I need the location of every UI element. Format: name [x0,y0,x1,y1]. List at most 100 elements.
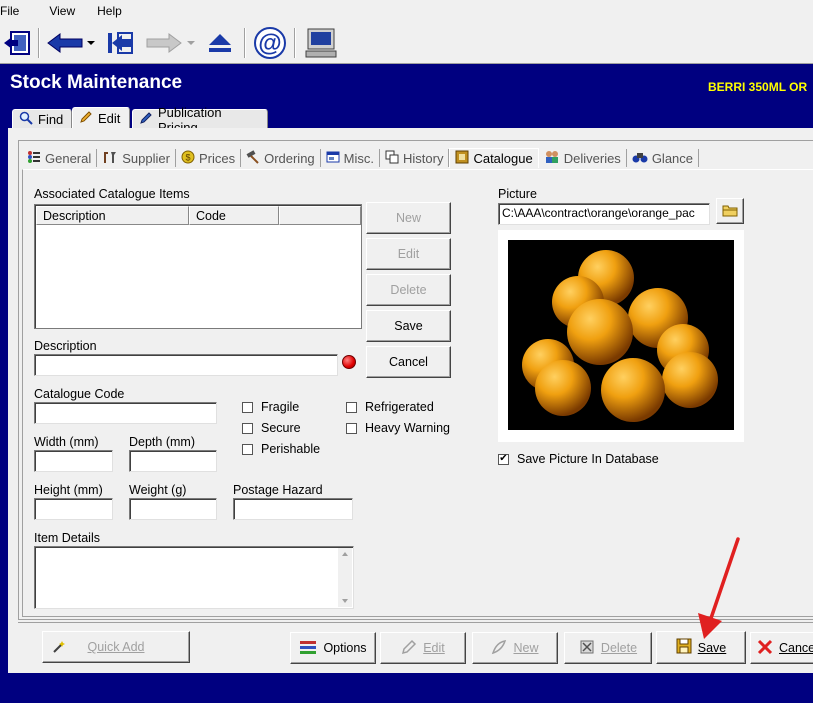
save-picture-checkbox[interactable]: ✔ Save Picture In Database [498,452,659,466]
subtab-history[interactable]: History [380,149,450,167]
tools-icon [102,150,118,167]
list-icon [27,150,41,167]
new-item-button[interactable]: New [366,202,451,234]
subtab-prices[interactable]: $ Prices [176,149,242,167]
postage-hazard-label: Postage Hazard [233,483,323,497]
height-label: Height (mm) [34,483,103,497]
column-code[interactable]: Code [189,206,279,225]
subtab-supplier[interactable]: Supplier [97,149,176,167]
new-button[interactable]: New [472,632,558,664]
subtab-misc-label: Misc. [343,150,374,166]
terminal-icon[interactable] [302,26,340,60]
description-label: Description [34,339,97,353]
secure-checkbox-box[interactable] [242,422,253,434]
picture-preview [498,230,744,442]
subtab-catalogue-label: Catalogue [473,151,533,166]
item-details-field[interactable] [34,546,354,609]
refrigerated-checkbox-box[interactable] [346,401,357,413]
height-field[interactable] [34,498,113,520]
menu-view[interactable]: View [27,4,83,18]
fragile-checkbox-box[interactable] [242,401,253,413]
subtab-misc[interactable]: Misc. [321,149,380,167]
wand-icon [51,639,67,658]
catalogue-code-field[interactable] [34,402,217,424]
column-extra[interactable] [279,206,361,225]
subtab-history-label: History [403,150,444,166]
magnifier-icon [19,111,33,128]
email-icon[interactable]: @ [252,26,288,60]
coin-icon: $ [181,150,195,167]
menu-file[interactable]: File [0,4,27,18]
new-label: New [513,641,539,655]
red-x-icon [757,639,773,658]
perishable-checkbox-box[interactable] [242,443,253,455]
annotation-arrow-icon [698,537,740,639]
scrollbar[interactable] [338,548,352,607]
width-field[interactable] [34,450,113,472]
delete-item-button[interactable]: Delete [366,274,451,306]
frame-icon [455,150,469,167]
options-button[interactable]: Options [290,632,376,664]
heavy-warning-checkbox-box[interactable] [346,422,357,434]
tab-find-label: Find [38,112,64,127]
first-icon[interactable] [102,26,136,60]
refrigerated-label: Refrigerated [365,400,434,414]
cancel-button[interactable]: Cance [750,632,813,664]
item-details-label: Item Details [34,531,100,545]
save-picture-label: Save Picture In Database [517,452,659,466]
tab-edit[interactable]: Edit [72,107,130,129]
dropdown-icon[interactable] [86,26,96,60]
eject-icon[interactable] [204,26,236,60]
perishable-checkbox[interactable]: Perishable [242,442,320,456]
picture-path-field[interactable]: C:\AAA\contract\orange\orange_pac [498,203,710,225]
quick-add-button[interactable]: Quick Add [42,631,190,663]
save-picture-checkbox-box[interactable]: ✔ [498,453,509,465]
fragile-label: Fragile [261,400,300,414]
browse-folder-button[interactable] [716,198,744,224]
edit-item-button[interactable]: Edit [366,238,451,270]
subtab-ordering[interactable]: Ordering [241,149,321,167]
exit-icon[interactable] [2,26,34,60]
feather-icon [491,639,507,658]
postage-hazard-field[interactable] [233,498,353,520]
save-item-button[interactable]: Save [366,310,451,342]
tab-find[interactable]: Find [12,109,72,129]
subtab-general[interactable]: General [22,149,98,167]
subtab-ordering-label: Ordering [264,150,315,166]
people-icon [544,150,560,167]
subtab-deliveries[interactable]: Deliveries [539,149,627,167]
menu-help[interactable]: Help [83,4,130,18]
heavy-warning-checkbox[interactable]: Heavy Warning [346,421,450,435]
item-title: BERRI 350ML OR [708,80,808,94]
options-label: Options [323,641,367,655]
subtab-glance-label: Glance [651,150,694,166]
cancel-item-button[interactable]: Cancel [366,346,451,378]
tab-edit-label: Edit [98,111,121,126]
quick-add-label: Quick Add [87,640,145,654]
pen-icon [139,111,153,128]
fragile-checkbox[interactable]: Fragile [242,400,299,414]
tab-publication-pricing[interactable]: Publication Pricing [132,105,268,135]
subtab-supplier-label: Supplier [122,150,170,166]
assoc-items-grid[interactable]: Description Code [34,204,362,329]
depth-field[interactable] [129,450,217,472]
menu-bar: File View Help [0,0,813,22]
subtab-glance[interactable]: Glance [627,149,700,167]
column-description[interactable]: Description [36,206,189,225]
cancel-label: Cance [779,641,813,655]
delete-button[interactable]: Delete [564,632,652,664]
edit-button[interactable]: Edit [380,632,466,664]
secure-checkbox[interactable]: Secure [242,421,301,435]
perishable-label: Perishable [261,442,321,456]
weight-field[interactable] [129,498,217,520]
pencil-icon [401,639,417,658]
pencil-icon [79,110,93,127]
subtab-catalogue[interactable]: Catalogue [449,148,539,168]
back-icon[interactable] [44,26,86,60]
toolbar: @ [0,22,813,64]
catalogue-code-label: Catalogue Code [34,387,125,401]
refrigerated-checkbox[interactable]: Refrigerated [346,400,434,414]
weight-label: Weight (g) [129,483,187,497]
description-field[interactable] [34,354,338,376]
options-icon [299,639,317,658]
